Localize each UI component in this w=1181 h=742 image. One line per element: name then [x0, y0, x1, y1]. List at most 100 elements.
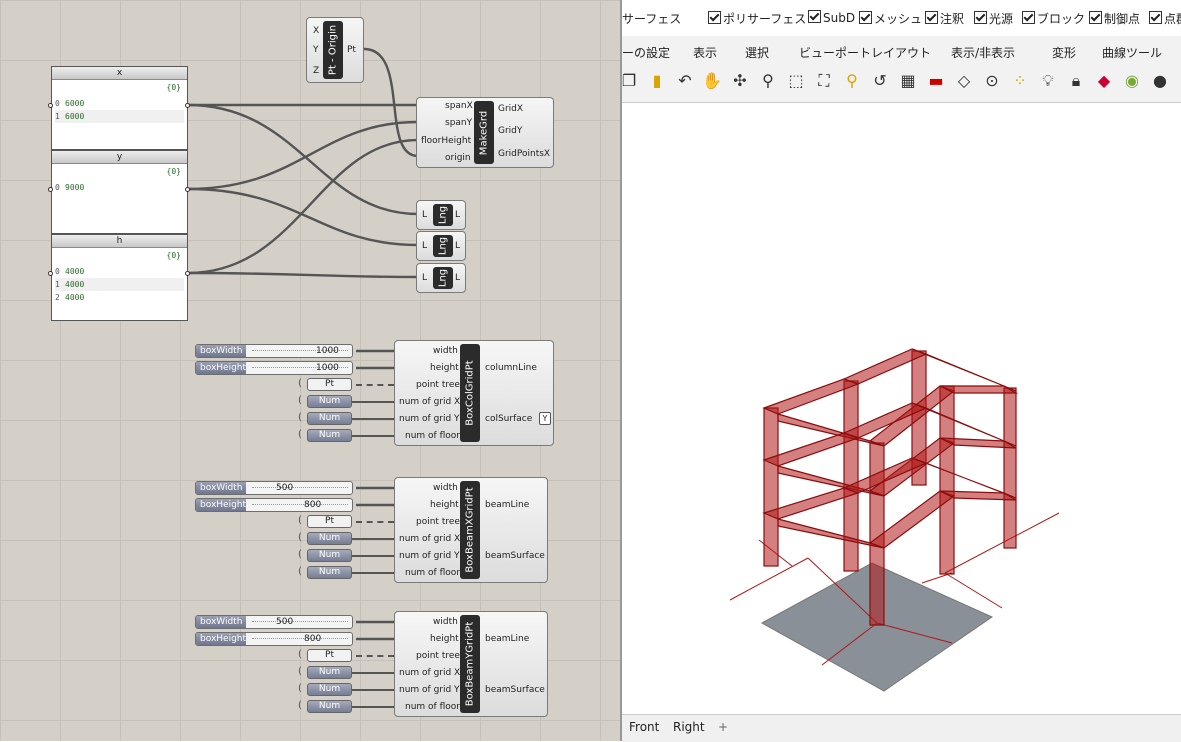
paste-icon[interactable]: ▮: [646, 70, 668, 92]
filter-polysurface[interactable]: ポリサーフェス: [708, 10, 806, 27]
filter-control-point[interactable]: 制御点: [1089, 10, 1140, 27]
makegrd-component[interactable]: spanX spanY floorHeight origin MakeGrd G…: [416, 97, 554, 168]
num-param[interactable]: Num: [307, 683, 352, 696]
four-viewports-icon[interactable]: ▦: [897, 70, 919, 92]
input-num-grid-y[interactable]: num of grid Y: [399, 551, 460, 561]
filter-surface[interactable]: サーフェス: [622, 10, 681, 27]
filter-annotation[interactable]: 注釈: [925, 10, 964, 27]
layers-icon[interactable]: ◆: [1093, 70, 1115, 92]
input-height[interactable]: height: [430, 634, 459, 644]
input-height[interactable]: height: [430, 500, 459, 510]
makegrd-input-spanx[interactable]: spanX: [445, 101, 473, 111]
input-num-grid-x[interactable]: num of grid X: [399, 397, 460, 407]
makegrd-input-spany[interactable]: spanY: [445, 118, 472, 128]
boxcolgridpt-component[interactable]: width height point tree num of grid X nu…: [394, 340, 554, 446]
tab-right[interactable]: Right: [673, 720, 705, 734]
input-height[interactable]: height: [430, 363, 459, 373]
input-num-grid-y[interactable]: num of grid Y: [399, 414, 460, 424]
zoom-extents-icon[interactable]: ⛶: [813, 70, 835, 92]
length-input[interactable]: L: [422, 273, 427, 283]
input-point-tree[interactable]: point tree: [416, 380, 460, 390]
panel-h[interactable]: h {0} 0 4000 1 4000 2 4000: [51, 234, 188, 321]
input-num-grid-x[interactable]: num of grid X: [399, 534, 460, 544]
light-bulb-icon[interactable]: 💡︎: [1037, 70, 1059, 92]
undo-view-icon[interactable]: ↺: [869, 70, 891, 92]
checkbox-icon[interactable]: [974, 11, 987, 24]
panel-x[interactable]: x {0} 0 6000 1 6000: [51, 66, 188, 150]
undo-icon[interactable]: ↶: [674, 70, 696, 92]
pt-param[interactable]: Pt: [307, 649, 352, 662]
plane-icon[interactable]: ◇: [953, 70, 975, 92]
color-wheel-icon[interactable]: ◉: [1121, 70, 1143, 92]
length-output[interactable]: L: [455, 273, 460, 283]
num-param[interactable]: Num: [307, 549, 352, 562]
input-num-floor[interactable]: num of floor: [405, 702, 460, 712]
output-beam-line[interactable]: beamLine: [485, 634, 529, 644]
checkbox-icon[interactable]: [925, 11, 938, 24]
menu-curve-tools[interactable]: 曲線ツール: [1102, 44, 1162, 61]
panel-y[interactable]: y {0} 0 9000: [51, 150, 188, 234]
checkbox-icon[interactable]: [1022, 11, 1035, 24]
boxheight-slider[interactable]: boxHeight 1000: [195, 361, 353, 375]
slider-track[interactable]: [252, 504, 348, 508]
rotate-view-icon[interactable]: ✣: [729, 70, 751, 92]
boxheight-slider[interactable]: boxHeight 800: [195, 632, 353, 646]
boxwidth-slider[interactable]: boxWidth 500: [195, 481, 353, 495]
makegrd-output-gridy[interactable]: GridY: [498, 126, 522, 136]
filter-mesh[interactable]: メッシュ: [859, 10, 922, 27]
menu-view[interactable]: 表示: [693, 44, 717, 61]
points-icon[interactable]: ⁘: [1009, 70, 1031, 92]
menu-select[interactable]: 選択: [745, 44, 769, 61]
pan-icon[interactable]: ✋: [701, 70, 723, 92]
num-param[interactable]: Num: [307, 429, 352, 442]
panel-output-grip[interactable]: [185, 271, 190, 276]
length-component[interactable]: L Lng L: [416, 231, 466, 261]
origin-input-x[interactable]: X: [313, 26, 319, 36]
makegrd-input-floorheight[interactable]: floorHeight: [421, 136, 471, 146]
menu-viewport-layout[interactable]: ビューポートレイアウト: [799, 44, 931, 61]
length-output[interactable]: L: [455, 210, 460, 220]
length-component[interactable]: L Lng L: [416, 200, 466, 230]
output-beam-surface[interactable]: beamSurface: [485, 685, 545, 695]
zoom-icon[interactable]: ⚲: [757, 70, 779, 92]
slider-track[interactable]: [252, 638, 348, 642]
origin-input-y[interactable]: Y: [313, 45, 319, 55]
num-param[interactable]: Num: [307, 395, 352, 408]
output-column-line[interactable]: columnLine: [485, 363, 537, 373]
grasshopper-canvas[interactable]: X Y Z Pt - Origin Pt x {0} 0 6000 1 6000 y…: [0, 0, 620, 741]
panel-input-grip[interactable]: [48, 271, 53, 276]
length-component[interactable]: L Lng L: [416, 263, 466, 293]
pt-param[interactable]: Pt: [307, 515, 352, 528]
filter-point-cloud[interactable]: 点群: [1149, 10, 1181, 27]
length-output[interactable]: L: [455, 241, 460, 251]
car-icon[interactable]: ▬: [925, 70, 947, 92]
num-param[interactable]: Num: [307, 700, 352, 713]
num-param[interactable]: Num: [307, 412, 352, 425]
makegrd-output-gridpointsx[interactable]: GridPointsX: [498, 149, 550, 159]
material-sphere-icon[interactable]: ●: [1149, 70, 1171, 92]
length-input[interactable]: L: [422, 210, 427, 220]
filter-subd[interactable]: SubD: [808, 10, 855, 25]
filter-block[interactable]: ブロック: [1022, 10, 1085, 27]
slider-track[interactable]: [252, 487, 348, 491]
menu-settings[interactable]: ーの設定: [622, 44, 670, 61]
num-param[interactable]: Num: [307, 566, 352, 579]
menu-visibility[interactable]: 表示/非表示: [951, 44, 1015, 61]
menu-transform[interactable]: 変形: [1052, 44, 1076, 61]
input-num-grid-y[interactable]: num of grid Y: [399, 685, 460, 695]
panel-output-grip[interactable]: [185, 103, 190, 108]
makegrd-input-origin[interactable]: origin: [445, 153, 471, 163]
input-width[interactable]: width: [433, 346, 458, 356]
input-width[interactable]: width: [433, 483, 458, 493]
checkbox-icon[interactable]: [1089, 11, 1102, 24]
checkbox-icon[interactable]: [708, 11, 721, 24]
input-width[interactable]: width: [433, 617, 458, 627]
slider-track[interactable]: [252, 621, 348, 625]
checkbox-icon[interactable]: [859, 11, 872, 24]
input-num-floor[interactable]: num of floor: [405, 431, 460, 441]
num-param[interactable]: Num: [307, 532, 352, 545]
add-tab-icon[interactable]: +: [718, 720, 728, 734]
zoom-selected-icon[interactable]: ⚲: [841, 70, 863, 92]
num-param[interactable]: Num: [307, 666, 352, 679]
checkbox-icon[interactable]: [1149, 11, 1162, 24]
